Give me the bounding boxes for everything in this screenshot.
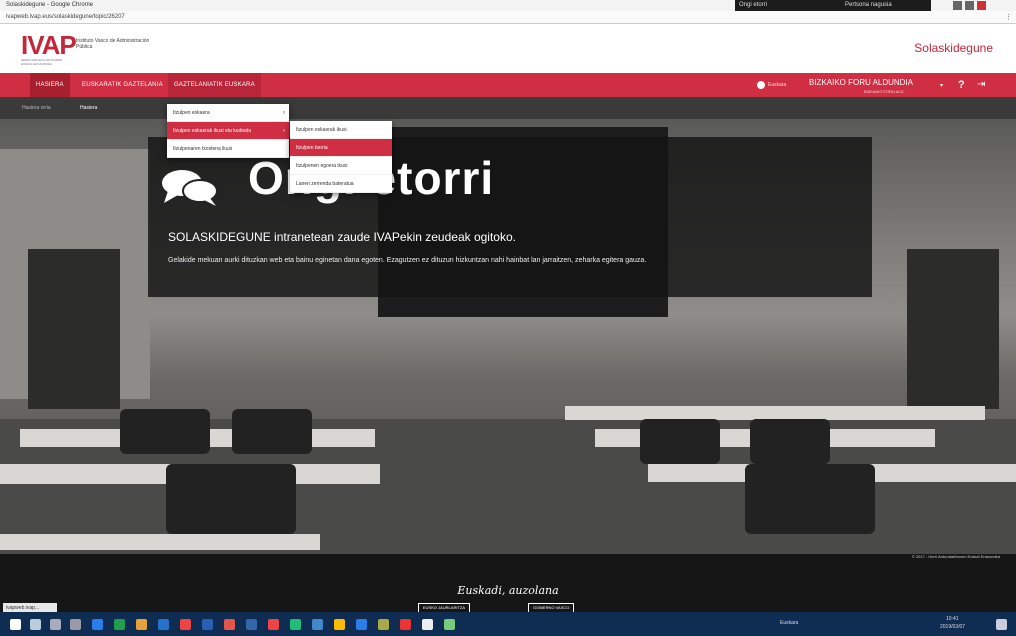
menu-icon[interactable]: ⋮ bbox=[1005, 13, 1012, 21]
excel-icon[interactable] bbox=[114, 619, 125, 630]
language-label[interactable]: Euskara bbox=[768, 82, 786, 88]
file-explorer-icon[interactable] bbox=[92, 619, 103, 630]
chrome-icon[interactable] bbox=[334, 619, 345, 630]
url-text[interactable]: ivapweb.ivap.eus/solaskidegune/topic/262… bbox=[6, 14, 125, 20]
windows-taskbar: Euskara 10:41 2019/03/07 bbox=[0, 612, 1016, 636]
chat-icon bbox=[162, 170, 218, 206]
tray-language[interactable]: Euskara bbox=[780, 620, 798, 626]
submenu-item-new[interactable]: Itzulpen berria bbox=[290, 139, 392, 157]
submenu-item-view[interactable]: Itzulpen eskaerak ikusi bbox=[290, 121, 392, 139]
background-door-right bbox=[907, 249, 999, 409]
background-chair bbox=[166, 464, 296, 534]
background-chair bbox=[640, 419, 720, 464]
hero-banner: Ongi etorri SOLASKIDEGUNE intranetean za… bbox=[0, 119, 1016, 554]
app-icon[interactable] bbox=[246, 619, 257, 630]
search-icon[interactable] bbox=[30, 619, 41, 630]
globe-icon[interactable] bbox=[757, 81, 765, 89]
copyright-text: © 2017 - Herri Arduralaritzaren Euskal E… bbox=[911, 554, 1000, 559]
logout-icon[interactable]: ⇥ bbox=[977, 79, 985, 90]
task-view-icon[interactable] bbox=[70, 619, 81, 630]
address-bar[interactable]: ivapweb.ivap.eus/solaskidegune/topic/262… bbox=[0, 11, 1016, 24]
cortana-icon[interactable] bbox=[50, 619, 61, 630]
hero-subtitle: SOLASKIDEGUNE intranetean zaude IVAPekin… bbox=[168, 230, 516, 244]
logo-subtitle: HERRI ARDURALARITZAREN EUSKAL ERAKUNDEA bbox=[21, 58, 63, 66]
ivap-logo[interactable]: IVAP bbox=[21, 32, 77, 58]
hero-text: Gelakide mekuan aurki dituzkan web eta b… bbox=[168, 257, 647, 264]
app-icon[interactable] bbox=[224, 619, 235, 630]
user-org: BIZKAIKO FORU ALD. bbox=[864, 89, 905, 94]
dropdown-menu-primary: Itzulpen eskaera › Itzulpen eskaerak ikus… bbox=[167, 104, 289, 158]
nav-home[interactable]: HASIERA bbox=[30, 73, 70, 97]
background-chair bbox=[750, 419, 830, 464]
background-desk bbox=[565, 406, 985, 420]
app-icon[interactable] bbox=[378, 619, 389, 630]
browser-profile-area[interactable]: Ongi etorri Pertsona nagusia bbox=[735, 0, 931, 11]
background-door-left bbox=[28, 249, 120, 409]
app-icon[interactable] bbox=[268, 619, 279, 630]
chevron-down-icon[interactable]: ▾ bbox=[940, 82, 943, 89]
menu-item-request[interactable]: Itzulpen eskaera › bbox=[167, 104, 289, 122]
word-icon[interactable] bbox=[158, 619, 169, 630]
chevron-right-icon: › bbox=[283, 110, 285, 116]
edge-icon[interactable] bbox=[356, 619, 367, 630]
tray-date[interactable]: 2019/03/07 bbox=[940, 624, 965, 630]
user-name[interactable]: BIZKAIKO FORU ALDUNDIA bbox=[809, 78, 913, 87]
menu-item-manage[interactable]: Itzulpen eskaerak ikusi eta kudeatu › bbox=[167, 122, 289, 140]
browser-titlebar: Solaskidegune - Google Chrome Ongi etorr… bbox=[0, 0, 1016, 11]
app-icon[interactable] bbox=[290, 619, 301, 630]
site-header: IVAP HERRI ARDURALARITZAREN EUSKAL ERAKU… bbox=[0, 24, 1016, 73]
profile-label: Ongi etorri bbox=[739, 2, 768, 8]
help-icon[interactable]: ? bbox=[958, 79, 965, 91]
nav-es-eu[interactable]: GAZTELANIATIK EUSKARA bbox=[168, 73, 261, 97]
welcome-overlay: Ongi etorri SOLASKIDEGUNE intranetean za… bbox=[148, 137, 872, 297]
background-chair bbox=[120, 409, 210, 454]
minimize-button[interactable] bbox=[953, 1, 962, 10]
outlook-icon[interactable] bbox=[202, 619, 213, 630]
background-desk bbox=[0, 534, 320, 550]
maximize-button[interactable] bbox=[965, 1, 974, 10]
main-nav: HASIERA EUSKARATIK GAZTELANIA GAZTELANIA… bbox=[0, 73, 1016, 97]
submenu-item-list[interactable]: Lanen zerrenda bateratua bbox=[290, 175, 392, 193]
powerpoint-icon[interactable] bbox=[180, 619, 191, 630]
window-label: Pertsona nagusia bbox=[845, 2, 892, 8]
background-chair bbox=[745, 464, 875, 534]
nav-eu-es[interactable]: EUSKARATIK GAZTELANIA bbox=[76, 73, 169, 97]
chevron-right-icon: › bbox=[283, 128, 285, 134]
site-footer: Euskadi, auzolana EUSKO JAURLARITZA GOBI… bbox=[0, 554, 1016, 613]
breadcrumb-home[interactable]: Hasiera orria bbox=[22, 105, 51, 111]
background-chair bbox=[232, 409, 312, 454]
breadcrumb: Hasiera orria Hasiera bbox=[0, 97, 1016, 119]
close-button[interactable] bbox=[977, 1, 986, 10]
acrobat-icon[interactable] bbox=[400, 619, 411, 630]
breadcrumb-current: Hasiera bbox=[80, 105, 98, 111]
footer-title: Euskadi, auzolana bbox=[457, 584, 559, 597]
submenu-item-status[interactable]: Itzulpenen egoera ikusi bbox=[290, 157, 392, 175]
notification-icon[interactable] bbox=[996, 619, 1007, 630]
logo-description: Instituto Vasco de Administración Públic… bbox=[76, 38, 150, 50]
menu-item-report[interactable]: Itzulpenaren txostena ikusi bbox=[167, 140, 289, 158]
tray-time[interactable]: 10:41 bbox=[946, 616, 959, 622]
app-icon[interactable] bbox=[312, 619, 323, 630]
dropdown-menu-secondary: Itzulpen eskaerak ikusi Itzulpen berria … bbox=[290, 121, 392, 193]
start-icon[interactable] bbox=[10, 619, 21, 630]
settings-icon[interactable] bbox=[422, 619, 433, 630]
site-name: Solaskidegune bbox=[914, 41, 993, 55]
app-icon[interactable] bbox=[136, 619, 147, 630]
app-icon[interactable] bbox=[444, 619, 455, 630]
window-title: Solaskidegune - Google Chrome bbox=[6, 2, 94, 8]
